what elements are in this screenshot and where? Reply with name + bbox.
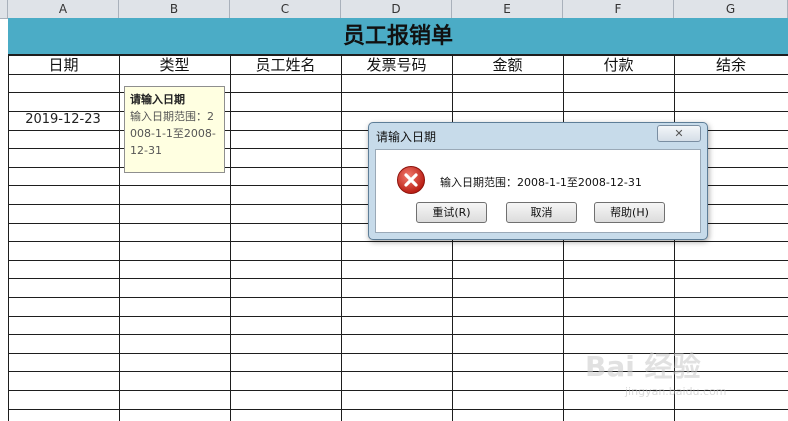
header-invoice-number[interactable]: 发票号码 <box>341 56 452 74</box>
header-type[interactable]: 类型 <box>119 56 230 74</box>
column-header-f[interactable]: F <box>563 0 674 18</box>
header-date[interactable]: 日期 <box>8 56 119 74</box>
header-amount[interactable]: 金额 <box>452 56 563 74</box>
column-header-bar: A B C D E F G <box>0 0 788 19</box>
select-all-corner[interactable] <box>0 0 8 18</box>
close-button[interactable]: ✕ <box>657 125 701 142</box>
tooltip-title: 请输入日期 <box>130 93 185 106</box>
column-header-b[interactable]: B <box>119 0 230 18</box>
grid-vline <box>341 55 342 421</box>
column-header-d[interactable]: D <box>341 0 452 18</box>
grid-hline <box>8 297 788 298</box>
header-employee-name[interactable]: 员工姓名 <box>230 56 341 74</box>
dialog-message: 输入日期范围：2008-1-1至2008-12-31 <box>440 176 642 189</box>
watermark-logo: Bai 经验 <box>585 350 701 383</box>
grid-hline <box>8 260 788 261</box>
column-header-g[interactable]: G <box>674 0 788 18</box>
grid-hline <box>8 334 788 335</box>
grid-hline <box>8 241 788 242</box>
retry-button[interactable]: 重试(R) <box>416 202 487 223</box>
column-header-c[interactable]: C <box>230 0 341 18</box>
input-message-tooltip: 请输入日期 输入日期范围：2008-1-1至2008-12-31 <box>124 86 225 173</box>
watermark-url: jingyan.baidu.com <box>625 385 727 398</box>
help-button[interactable]: 帮助(H) <box>594 202 665 223</box>
grid-hline <box>8 278 788 279</box>
dialog-titlebar[interactable]: 请输入日期 ✕ <box>369 123 707 147</box>
column-header-e[interactable]: E <box>452 0 563 18</box>
sheet-title[interactable]: 员工报销单 <box>8 18 788 55</box>
date-cell[interactable]: 2019-12-23 <box>8 111 118 129</box>
dialog-title: 请输入日期 <box>376 130 437 144</box>
watermark: Bai 经验 jingyan.baidu.com <box>585 345 755 405</box>
grid-vline <box>8 55 9 421</box>
dialog-body: 输入日期范围：2008-1-1至2008-12-31 重试(R) 取消 帮助(H… <box>375 149 701 233</box>
tooltip-body: 输入日期范围：2008-1-1至2008-12-31 <box>130 110 216 157</box>
grid-hline <box>8 409 788 410</box>
column-header-a[interactable]: A <box>8 0 119 18</box>
grid-vline <box>119 55 120 421</box>
grid-vline <box>230 55 231 421</box>
error-dialog: 请输入日期 ✕ 输入日期范围：2008-1-1至2008-12-31 重试(R)… <box>368 122 708 240</box>
error-x-icon <box>397 166 425 194</box>
header-balance[interactable]: 结余 <box>674 56 788 74</box>
cancel-button[interactable]: 取消 <box>506 202 577 223</box>
grid-hline <box>8 74 788 75</box>
close-icon: ✕ <box>674 127 684 140</box>
grid-hline <box>8 316 788 317</box>
header-payment[interactable]: 付款 <box>563 56 674 74</box>
